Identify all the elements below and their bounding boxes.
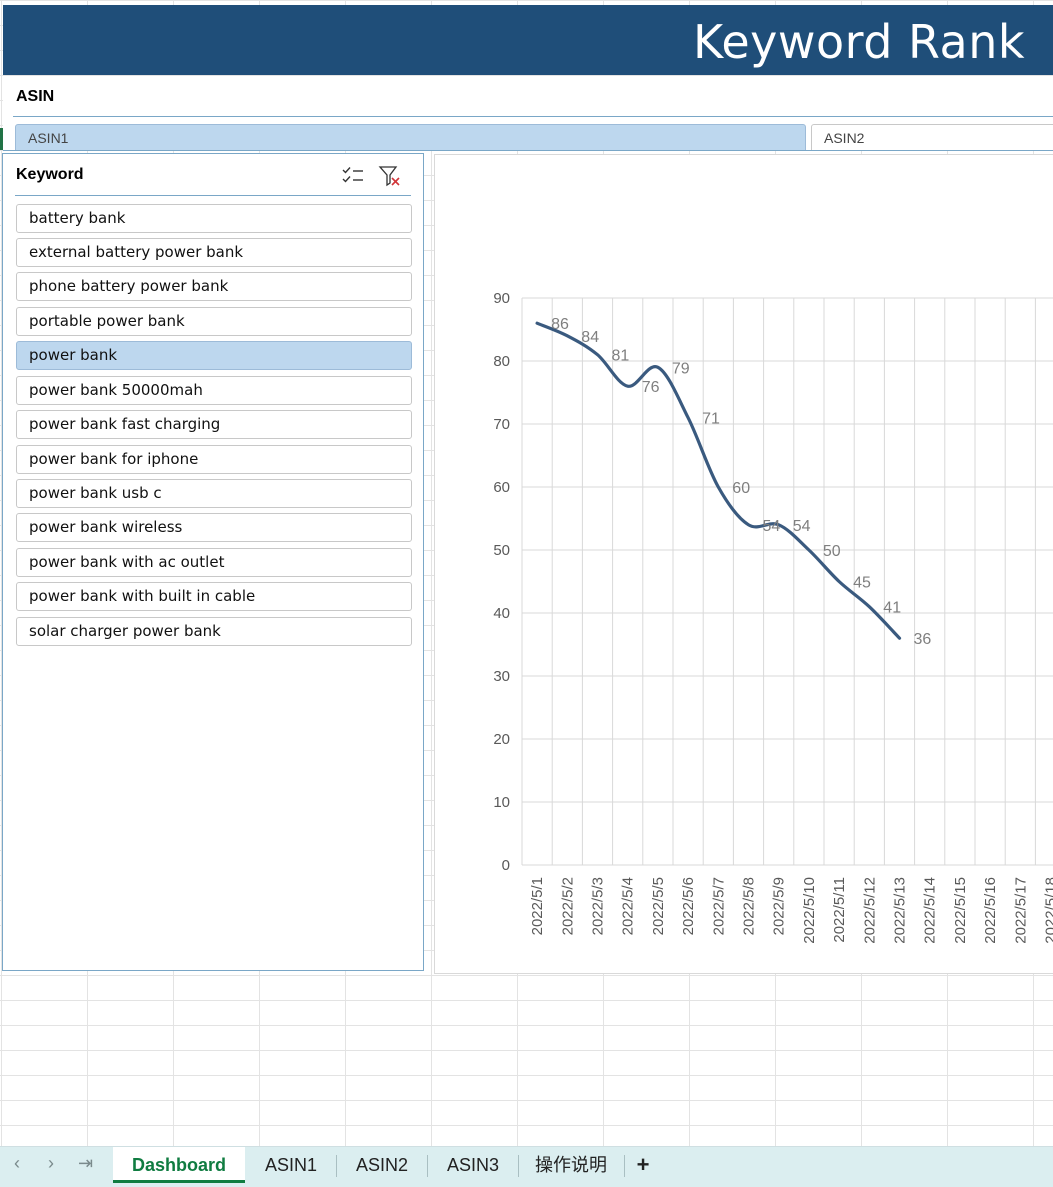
dashboard-title: Keyword Rank — [693, 15, 1025, 69]
asin-item-label: ASIN1 — [28, 130, 68, 146]
keyword-item-label: power bank fast charging — [29, 415, 220, 433]
y-tick-label: 30 — [493, 668, 510, 685]
clear-filter-icon[interactable] — [377, 164, 403, 188]
y-tick-label: 80 — [493, 353, 510, 370]
asin-slicer: ASIN ASIN1 ASIN2 — [3, 76, 1053, 151]
chart-canvas: 0 10 20 30 40 50 60 70 80 90 2022/5/1 2022/5/2 2022/… — [435, 155, 1053, 975]
x-tick-label: 2022/5/7 — [710, 877, 727, 935]
keyword-item[interactable]: power bank 50000mah — [16, 376, 412, 405]
x-tick-label: 2022/5/4 — [620, 877, 637, 935]
x-tick-label: 2022/5/5 — [650, 877, 667, 935]
x-tick-label: 2022/5/1 — [529, 877, 546, 935]
keyword-rank-chart[interactable]: 0 10 20 30 40 50 60 70 80 90 2022/5/1 2022/5/2 2022/… — [434, 154, 1053, 974]
keyword-item-label: phone battery power bank — [29, 277, 228, 295]
y-tick-label: 40 — [493, 605, 510, 622]
keyword-item-label: power bank usb c — [29, 484, 162, 502]
x-tick-label: 2022/5/13 — [892, 877, 909, 944]
keyword-item-label: power bank for iphone — [29, 450, 198, 468]
x-tick-label: 2022/5/10 — [801, 877, 818, 944]
data-label: 54 — [793, 518, 811, 535]
keyword-slicer-header: Keyword — [16, 166, 84, 184]
multi-select-icon[interactable] — [341, 164, 367, 188]
next-sheet-icon[interactable]: › — [48, 1153, 54, 1174]
keyword-slicer: Keyword battery bank external battery po… — [2, 153, 424, 971]
tab-asin1[interactable]: ASIN1 — [250, 1147, 332, 1183]
keyword-item-label: power bank with built in cable — [29, 587, 255, 605]
asin-item-asin2[interactable]: ASIN2 — [811, 124, 1053, 151]
keyword-item[interactable]: power bank wireless — [16, 513, 412, 542]
keyword-item-label: solar charger power bank — [29, 622, 221, 640]
keyword-item-label: battery bank — [29, 209, 125, 227]
tab-separator — [624, 1155, 625, 1177]
tab-dashboard[interactable]: Dashboard — [113, 1147, 245, 1183]
keyword-item-label: portable power bank — [29, 312, 185, 330]
keyword-item[interactable]: power bank fast charging — [16, 410, 412, 439]
keyword-item[interactable]: power bank usb c — [16, 479, 412, 508]
keyword-item[interactable]: power bank with built in cable — [16, 582, 412, 611]
keyword-item[interactable]: external battery power bank — [16, 238, 412, 267]
asin-item-label: ASIN2 — [824, 130, 864, 146]
data-label: 60 — [732, 480, 750, 497]
x-tick-label: 2022/5/2 — [559, 877, 576, 935]
data-label: 71 — [702, 411, 720, 428]
keyword-slicer-divider — [15, 195, 411, 196]
keyword-item-label: external battery power bank — [29, 243, 243, 261]
series-line — [537, 323, 899, 638]
data-label: 79 — [672, 360, 690, 377]
y-tick-label: 50 — [493, 542, 510, 559]
x-tick-label: 2022/5/12 — [861, 877, 878, 944]
data-label: 54 — [763, 518, 781, 535]
data-label: 36 — [914, 631, 932, 648]
x-tick-label: 2022/5/11 — [831, 877, 848, 943]
keyword-item[interactable]: battery bank — [16, 204, 412, 233]
data-label: 45 — [853, 575, 871, 592]
prev-sheet-icon[interactable]: ‹ — [14, 1153, 20, 1174]
data-label: 41 — [883, 600, 901, 617]
keyword-item-label: power bank — [29, 346, 117, 364]
tab-separator — [336, 1155, 337, 1177]
keyword-item-label: power bank 50000mah — [29, 381, 203, 399]
y-tick-label: 10 — [493, 794, 510, 811]
x-tick-label: 2022/5/6 — [680, 877, 697, 935]
x-tick-label: 2022/5/17 — [1012, 877, 1029, 944]
add-sheet-button[interactable]: + — [629, 1147, 657, 1183]
x-tick-label: 2022/5/9 — [771, 877, 788, 935]
data-label: 50 — [823, 543, 841, 560]
y-tick-label: 60 — [493, 479, 510, 496]
data-label: 84 — [581, 329, 599, 346]
x-tick-label: 2022/5/8 — [741, 877, 758, 935]
y-tick-label: 70 — [493, 416, 510, 433]
asin-slicer-header: ASIN — [16, 88, 54, 106]
keyword-item[interactable]: power bank for iphone — [16, 445, 412, 474]
keyword-item[interactable]: portable power bank — [16, 307, 412, 336]
x-tick-label: 2022/5/15 — [952, 877, 969, 944]
x-tick-label: 2022/5/18 — [1043, 877, 1053, 944]
x-tick-label: 2022/5/14 — [922, 877, 939, 944]
sheet-tab-bar: ‹ › ⇥ Dashboard ASIN1 ASIN2 ASIN3 操作说明 + — [0, 1146, 1053, 1187]
keyword-item[interactable]: phone battery power bank — [16, 272, 412, 301]
keyword-item[interactable]: power bank with ac outlet — [16, 548, 412, 577]
tab-asin2[interactable]: ASIN2 — [341, 1147, 423, 1183]
tab-asin3[interactable]: ASIN3 — [432, 1147, 514, 1183]
data-label: 86 — [551, 316, 569, 333]
x-tick-label: 2022/5/16 — [982, 877, 999, 944]
y-tick-label: 20 — [493, 731, 510, 748]
tab-instructions[interactable]: 操作说明 — [523, 1147, 619, 1183]
y-tick-label: 0 — [502, 857, 510, 874]
keyword-item-selected[interactable]: power bank — [16, 341, 412, 370]
tab-separator — [518, 1155, 519, 1177]
keyword-item[interactable]: solar charger power bank — [16, 617, 412, 646]
last-sheet-icon[interactable]: ⇥ — [78, 1153, 93, 1174]
y-tick-label: 90 — [493, 290, 510, 307]
dashboard-banner: Keyword Rank — [3, 5, 1053, 75]
data-label: 76 — [642, 379, 660, 396]
keyword-item-label: power bank wireless — [29, 518, 182, 536]
tab-separator — [427, 1155, 428, 1177]
keyword-item-label: power bank with ac outlet — [29, 553, 224, 571]
asin-item-asin1[interactable]: ASIN1 — [15, 124, 806, 151]
asin-slicer-divider — [13, 116, 1053, 117]
x-tick-label: 2022/5/3 — [590, 877, 607, 935]
data-label: 81 — [612, 348, 630, 365]
